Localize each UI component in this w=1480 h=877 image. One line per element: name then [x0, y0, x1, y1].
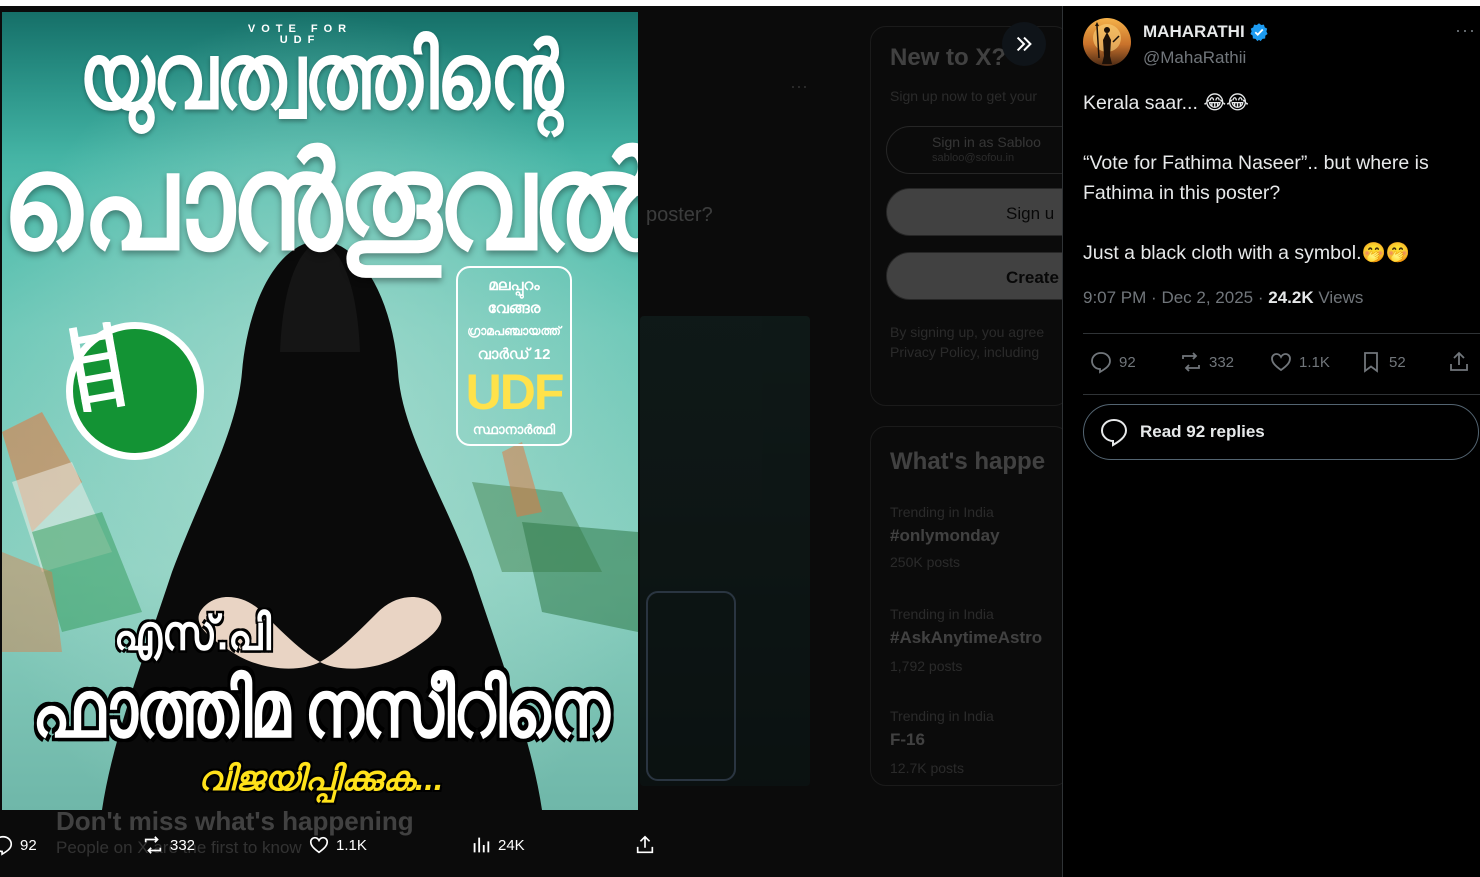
tweet-paragraph: Just a black cloth with a symbol.🤭🤭 [1083, 242, 1411, 264]
tweet-paragraph: Kerala saar... 😂😂 [1083, 92, 1249, 114]
repost-button[interactable]: 332 [1179, 350, 1234, 374]
reply-count: 92 [1119, 353, 1136, 371]
share-icon [636, 835, 654, 854]
media-viewer: ··· poster? New to X? Sign up now to get… [0, 6, 1062, 877]
tweet-text: Kerala saar... 😂😂 “Vote for Fathima Nase… [1083, 88, 1475, 298]
viewer-repost-count: 332 [170, 836, 196, 854]
viewer-like-button[interactable]: 1.1K [308, 834, 367, 856]
read-replies-label: Read 92 replies [1140, 422, 1265, 441]
background-terms: By signing up, you agree [890, 324, 1045, 340]
background-privacy: Privacy Policy, including [890, 344, 1040, 360]
repost-count: 332 [1209, 353, 1235, 371]
ladder-icon [68, 322, 197, 453]
poster-candidate-prefix: എസ്.പി [114, 607, 271, 661]
poster-udf-box: മലപ്പുറം വേങ്ങര ഗ്രാമപഞ്ചായത്ത് വാർഡ് 12… [456, 266, 572, 446]
tweet-views-label: Views [1318, 288, 1364, 307]
background-post-text: poster? [646, 204, 713, 226]
viewer-views-button[interactable]: 24K [470, 834, 525, 856]
bookmark-icon [1364, 352, 1378, 373]
background-trend-context: Trending in India [890, 606, 994, 622]
background-signup-text: Sign up now to get your [890, 88, 1038, 104]
chevron-double-right-icon [1016, 36, 1032, 52]
tweet-time[interactable]: 9:07 PM [1083, 288, 1146, 307]
tweet-action-bar: 92 332 1.1K 52 [1083, 350, 1480, 382]
tweet-paragraph: “Vote for Fathima Naseer”.. but where is… [1083, 152, 1429, 204]
heart-icon [1271, 353, 1291, 372]
author-name[interactable]: MAHARATHI [1143, 22, 1269, 42]
background-create-label: Create [1006, 268, 1059, 287]
like-count: 1.1K [1299, 353, 1330, 371]
reply-icon [1091, 352, 1111, 374]
background-trend-name: #onlymonday [890, 526, 1000, 545]
background-sign-in-as: Sign in as Sabloo [932, 134, 1041, 150]
avatar-warrior-icon [1093, 22, 1121, 64]
meta-separator: · [1257, 288, 1269, 307]
viewer-views-count: 24K [498, 836, 525, 854]
background-trend-context: Trending in India [890, 708, 994, 724]
udf-box-line: മലപ്പുറം [488, 277, 540, 294]
more-options-icon[interactable]: ··· [1455, 20, 1476, 41]
tweet-meta: 9:07 PM · Dec 2, 2025 · 24.2K Views [1083, 288, 1363, 308]
like-button[interactable]: 1.1K [1269, 350, 1330, 374]
poster-image: VOTE FOR UDF യുവത്വത്തിന്റെ പൊൻതൂവൽ മലപ്… [2, 12, 638, 810]
divider [1083, 394, 1480, 395]
poster-slogan: വിജയിപ്പിക്കുക... [198, 760, 444, 798]
repost-icon [144, 836, 162, 854]
viewer-repost-button[interactable]: 332 [142, 834, 195, 856]
background-whats-happening: What's happe [890, 448, 1046, 475]
reply-button[interactable]: 92 [1089, 350, 1136, 374]
poster-candidate-name: ഫാത്തിമ നസീറിനെ [32, 663, 610, 754]
background-new-to-x: New to X? [890, 44, 1007, 71]
background-trend-posts: 1,792 posts [890, 658, 963, 674]
background-trend-context: Trending in India [890, 504, 994, 520]
tweet-date[interactable]: Dec 2, 2025 [1161, 288, 1253, 307]
read-replies-button[interactable]: Read 92 replies [1083, 404, 1479, 460]
tweet-views-count: 24.2K [1268, 288, 1314, 307]
meta-separator: · [1151, 288, 1162, 307]
viewer-reply-count: 92 [20, 836, 37, 854]
background-more-icon: ··· [790, 76, 808, 96]
udf-candidate-label: സ്ഥാനാർത്ഥി [472, 422, 556, 437]
background-trend-posts: 250K posts [890, 554, 961, 570]
viewer-action-bar: 92 332 1.1K 24K [0, 828, 660, 864]
share-button[interactable] [1447, 350, 1471, 374]
viewer-reply-button[interactable]: 92 [0, 834, 37, 856]
share-icon [1450, 351, 1468, 371]
author-name-text: MAHARATHI [1143, 22, 1245, 41]
verified-badge-icon [1250, 23, 1268, 42]
views-icon [473, 837, 490, 853]
udf-box-line: വാർഡ് 12 [477, 346, 551, 363]
repost-icon [1182, 352, 1200, 372]
avatar[interactable] [1083, 18, 1131, 66]
reply-icon [0, 835, 13, 856]
viewer-like-count: 1.1K [336, 836, 367, 854]
tweet-panel: MAHARATHI @MahaRathii ··· Kerala saar...… [1062, 6, 1480, 877]
udf-label: UDF [465, 364, 565, 420]
ladder-symbol [66, 322, 204, 460]
divider [1083, 333, 1480, 334]
udf-box-line: വേങ്ങര [487, 300, 541, 317]
background-udf-box [646, 591, 736, 781]
background-trend-name: F-16 [890, 730, 925, 749]
bookmark-button[interactable]: 52 [1359, 350, 1406, 374]
udf-box-line: ഗ്രാമപഞ്ചായത്ത് [467, 324, 561, 338]
background-sign-up-apple-label: Sign u [1006, 204, 1055, 223]
bookmark-count: 52 [1389, 353, 1406, 371]
background-sign-in-email: sabloo@sofou.in [932, 152, 1015, 164]
background-trend-name: #AskAnytimeAstro [890, 628, 1043, 647]
next-image-button[interactable] [1002, 22, 1046, 66]
heart-icon [309, 836, 329, 854]
author-handle[interactable]: @MahaRathii [1143, 48, 1246, 68]
viewer-share-button[interactable] [634, 834, 656, 856]
poster-headline-1: യുവത്വത്തിന്റെ [78, 24, 563, 129]
background-trend-posts: 12.7K posts [890, 760, 964, 776]
poster-headline-2: പൊൻതൂവൽ [2, 127, 638, 278]
reply-bubble-icon [1100, 418, 1128, 447]
